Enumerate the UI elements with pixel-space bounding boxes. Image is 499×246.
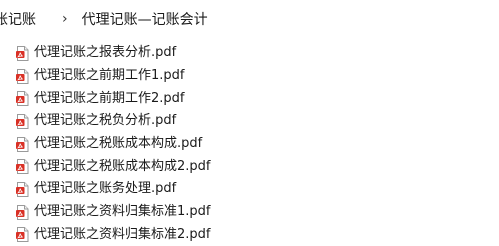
file-name: 代理记账之账务处理.pdf (34, 181, 177, 197)
pdf-icon (16, 91, 29, 107)
breadcrumb-item-current[interactable]: 代理记账—记账会计 (82, 9, 208, 29)
pdf-icon (16, 68, 29, 84)
breadcrumb: 账记账 › 代理记账—记账会计 (0, 0, 499, 38)
file-name: 代理记账之税账成本构成.pdf (34, 136, 203, 152)
file-name: 代理记账之税账成本构成2.pdf (34, 158, 211, 174)
file-item[interactable]: 代理记账之资料归集标准1.pdf (16, 201, 210, 224)
pdf-icon (16, 136, 29, 152)
pdf-icon (16, 204, 29, 220)
file-item[interactable]: 代理记账之资料归集标准2.pdf (16, 224, 210, 246)
pdf-icon (16, 113, 29, 129)
file-name: 代理记账之前期工作1.pdf (34, 68, 185, 84)
file-item[interactable]: 代理记账之税账成本构成.pdf (16, 133, 210, 156)
file-name: 代理记账之资料归集标准1.pdf (34, 204, 211, 220)
breadcrumb-item-parent[interactable]: 账记账 (0, 9, 36, 29)
file-list: 代理记账之报表分析.pdf 代理记账之前期工作1.pdf 代理记账之前期工作2.… (16, 42, 210, 246)
file-item[interactable]: 代理记账之税负分析.pdf (16, 110, 210, 133)
file-item[interactable]: 代理记账之前期工作2.pdf (16, 87, 210, 110)
pdf-icon (16, 181, 29, 197)
pdf-icon (16, 45, 29, 61)
file-item[interactable]: 代理记账之税账成本构成2.pdf (16, 155, 210, 178)
file-name: 代理记账之资料归集标准2.pdf (34, 226, 211, 242)
pdf-icon (16, 159, 29, 175)
file-item[interactable]: 代理记账之账务处理.pdf (16, 178, 210, 201)
file-name: 代理记账之报表分析.pdf (34, 45, 177, 61)
file-item[interactable]: 代理记账之报表分析.pdf (16, 42, 210, 65)
pdf-icon (16, 227, 29, 243)
file-item[interactable]: 代理记账之前期工作1.pdf (16, 65, 210, 88)
file-name: 代理记账之前期工作2.pdf (34, 90, 185, 106)
file-name: 代理记账之税负分析.pdf (34, 113, 177, 129)
chevron-right-icon[interactable]: › (62, 11, 68, 27)
